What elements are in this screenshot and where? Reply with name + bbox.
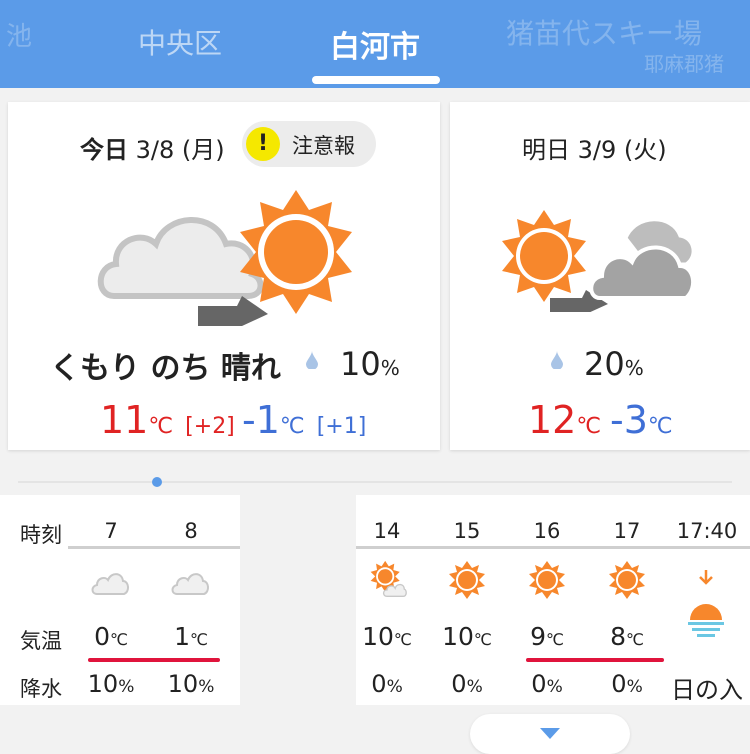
hour-time: 17 [613, 519, 641, 543]
hourly-divider [356, 546, 750, 549]
sun-icon [609, 561, 645, 599]
pager-indicator[interactable] [152, 477, 162, 487]
hour-temp: 1℃ [174, 622, 208, 651]
sunny-then-cloudy-icon [502, 210, 696, 312]
warning-label: 注意報 [292, 134, 355, 158]
hour-precip: 10% [167, 670, 215, 698]
today-label: 今日 [80, 136, 128, 164]
cloud-icon [171, 573, 209, 595]
expand-button[interactable] [470, 714, 630, 754]
hour-time: 8 [184, 519, 198, 543]
hour-precip: 0% [371, 670, 403, 698]
raindrop-icon [551, 351, 563, 369]
temp-row-label: 気温 [20, 629, 62, 653]
tomorrow-high-temp: 12℃ [528, 398, 602, 442]
tomorrow-low-temp: -3℃ [610, 398, 673, 442]
temp-highlight-line [526, 658, 664, 662]
active-tab-indicator [312, 76, 440, 84]
today-precip: 10% [340, 345, 400, 383]
today-high-temp: 11℃ [+2] [100, 398, 235, 442]
cloud-icon [589, 218, 696, 300]
hour-time: 16 [533, 519, 561, 543]
cloud-then-sunny-icon [97, 190, 352, 326]
precip-row-label: 降水 [20, 677, 62, 701]
hour-time: 15 [453, 519, 481, 543]
hour-precip: 0% [611, 670, 643, 698]
sunset-icon [688, 570, 724, 637]
today-low-temp: -1℃ [+1] [242, 398, 367, 442]
location-tab-prev[interactable]: 池 [6, 16, 32, 53]
chevron-down-icon [540, 728, 560, 739]
hour-precip: 0% [531, 670, 563, 698]
arrow-icon [198, 296, 268, 326]
location-tab-current[interactable]: 白河市 [330, 22, 420, 66]
location-tab-next-sub: 耶麻郡猪 [644, 52, 724, 76]
hour-temp: 10℃ [362, 622, 412, 651]
cloud-icon [97, 217, 264, 299]
temp-highlight-line [88, 658, 220, 662]
hour-temp: 8℃ [610, 622, 644, 651]
hour-temp: 9℃ [530, 622, 564, 651]
cloud-icon [91, 573, 129, 595]
today-weather-text: くもり のち 晴れ [50, 351, 281, 386]
sun-icon [449, 561, 485, 599]
location-header: 池 中央区 白河市 猪苗代スキー場 耶麻郡猪 [0, 0, 750, 88]
tomorrow-date-label: 明日 3/9 (火) [522, 136, 667, 164]
warning-icon: ! [246, 127, 280, 161]
sunset-label: 日の入 [671, 676, 743, 704]
today-date-label: 今日 3/8 (月) [80, 130, 225, 165]
today-date: 3/8 (月) [135, 136, 225, 164]
sun-icon [502, 210, 586, 302]
hour-time: 7 [104, 519, 118, 543]
location-tab-next[interactable]: 猪苗代スキー場 [506, 12, 702, 52]
location-tab-chuo[interactable]: 中央区 [138, 22, 222, 62]
hour-time: 14 [373, 519, 401, 543]
hourly-divider [68, 546, 240, 549]
raindrop-icon [306, 351, 318, 369]
sunset-time: 17:40 [676, 519, 738, 543]
time-row-label: 時刻 [20, 523, 62, 547]
sun-icon [529, 561, 565, 599]
hour-temp: 10℃ [442, 622, 492, 651]
pager-track [18, 481, 732, 483]
sun-cloud-icon [370, 560, 407, 598]
hour-temp: 0℃ [94, 622, 128, 651]
hour-precip: 10% [87, 670, 135, 698]
tomorrow-precip: 20% [584, 345, 644, 383]
hour-precip: 0% [451, 670, 483, 698]
warning-badge[interactable]: ! 注意報 [242, 121, 376, 167]
